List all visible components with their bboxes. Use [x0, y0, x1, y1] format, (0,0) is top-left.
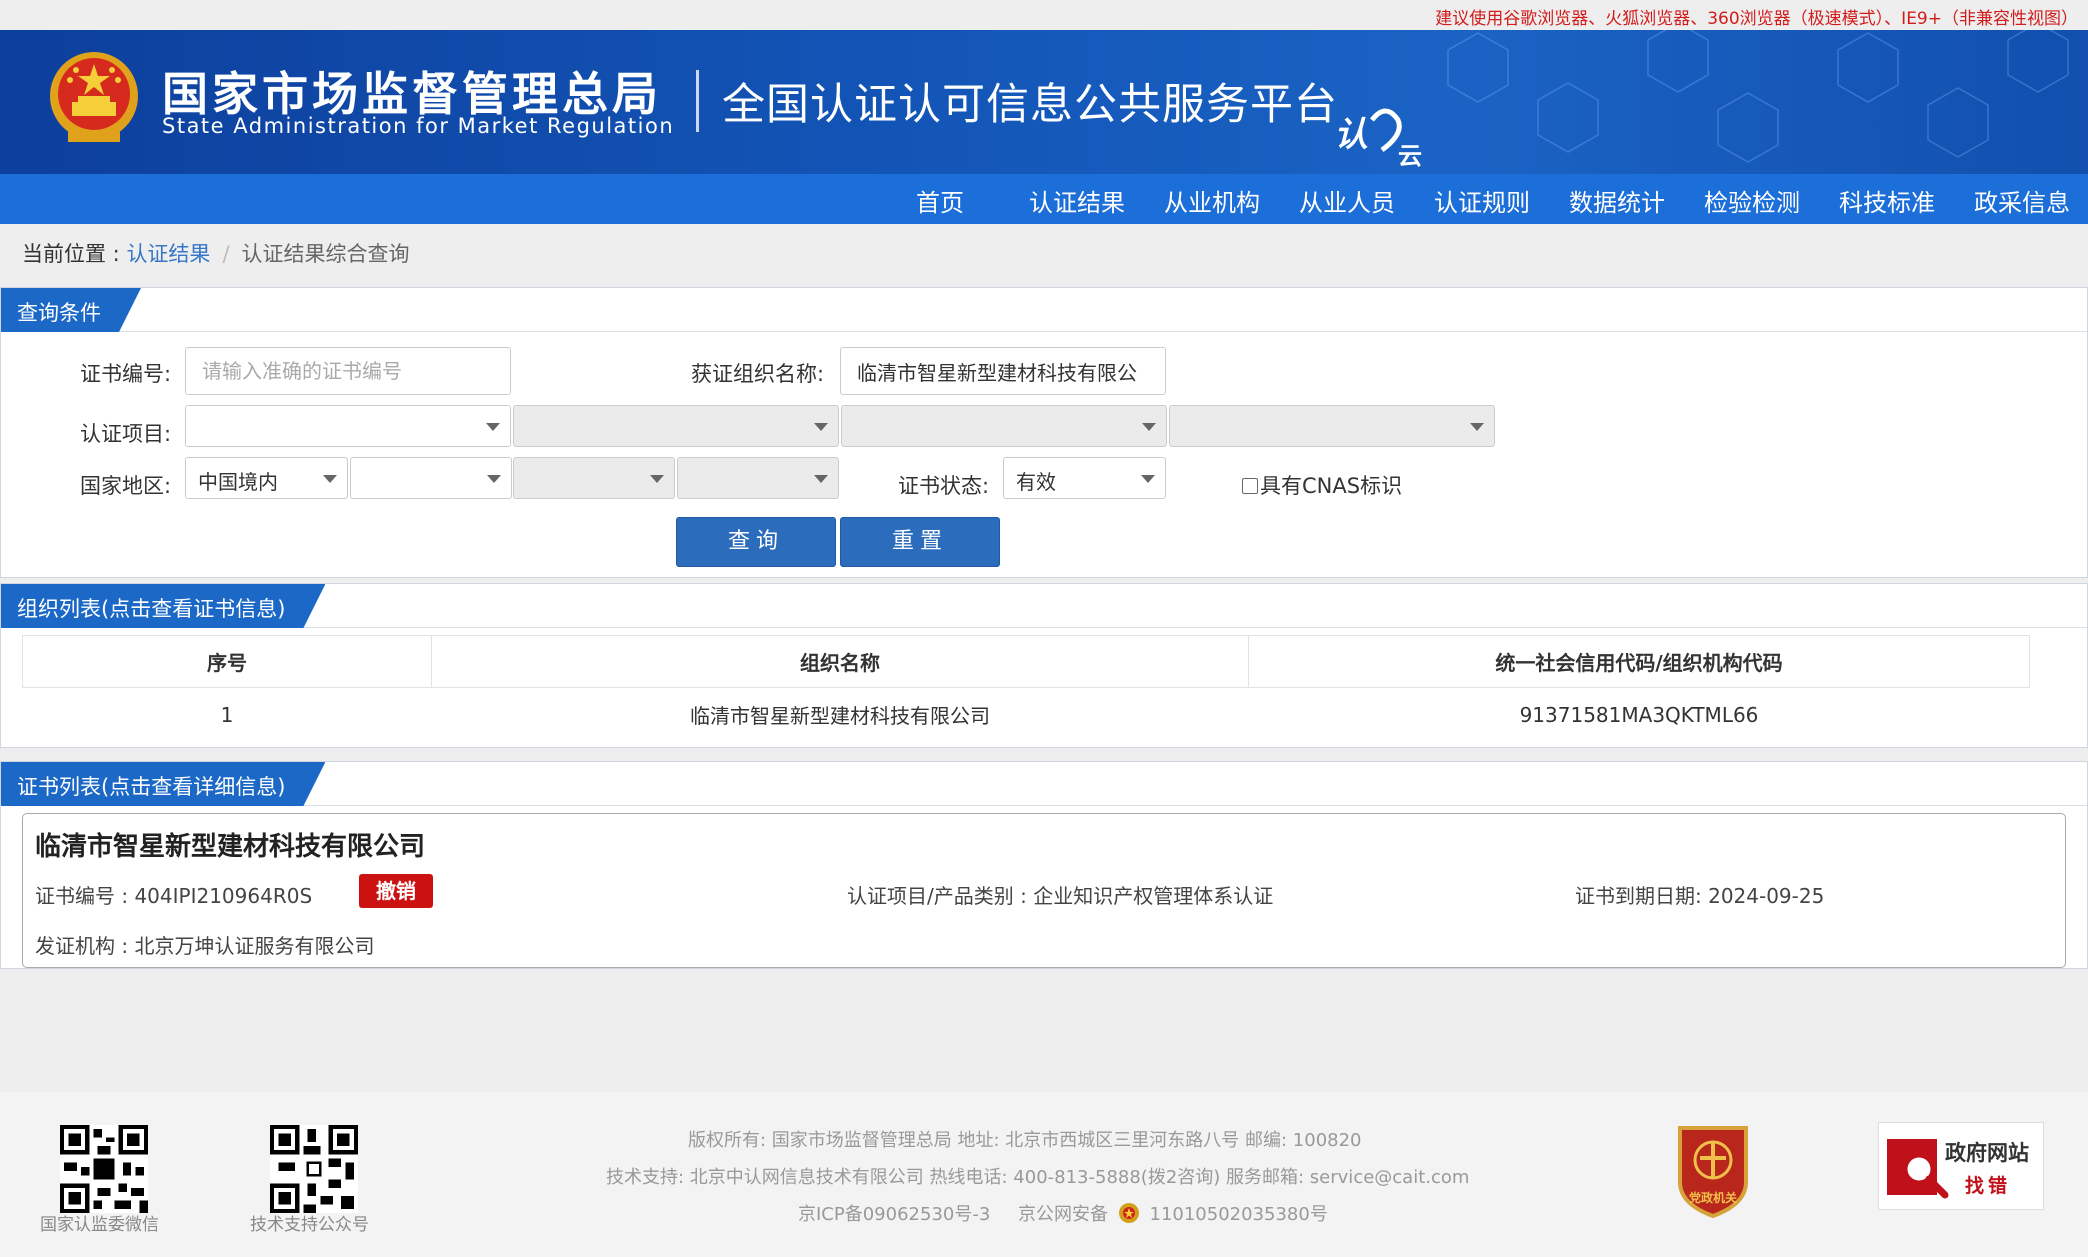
- cert-no-input[interactable]: [185, 347, 511, 395]
- city-select[interactable]: [513, 457, 675, 499]
- national-emblem-icon: [50, 52, 138, 142]
- footer-support: 技术支持: 北京中认网信息技术有限公司 热线电话: 400-813-5888(拨…: [606, 1167, 1470, 1188]
- qr-code-icon: [60, 1125, 148, 1213]
- status-select-value: 有效: [1016, 470, 1056, 494]
- certificate-project: 认证项目/产品类别 : 企业知识产权管理体系认证: [847, 884, 1274, 908]
- header-banner: 国家市场监督管理总局 State Administration for Mark…: [0, 30, 2088, 174]
- qr1-caption: 国家认监委微信: [40, 1215, 159, 1235]
- cert-no-label: 证书编号:: [80, 362, 172, 386]
- col-header-index: 序号: [22, 635, 432, 688]
- status-badge: 撤销: [359, 874, 433, 908]
- breadcrumb-current: 认证结果综合查询: [241, 242, 410, 266]
- org-list-panel-title: 组织列表(点击查看证书信息): [1, 584, 325, 628]
- org-table-header-row: 序号 组织名称 统一社会信用代码/组织机构代码: [22, 635, 2030, 688]
- icp-link[interactable]: 京ICP备09062530号-3: [798, 1204, 990, 1225]
- row-index: 1: [220, 702, 234, 727]
- org-list-panel-header: 组织列表(点击查看证书信息): [1, 584, 2087, 628]
- project-select-4[interactable]: [1169, 405, 1495, 447]
- cnas-checkbox[interactable]: [1242, 478, 1258, 494]
- magnifier-icon: [1887, 1139, 1949, 1199]
- nav-item-cert-rules[interactable]: 认证规则: [1434, 183, 1530, 218]
- browser-notice-text: 建议使用谷歌浏览器、火狐浏览器、360浏览器（极速模式）、IE9+（非兼容性视图…: [1435, 9, 2078, 29]
- breadcrumb: 当前位置 : 认证结果 / 认证结果综合查询: [22, 238, 410, 268]
- chevron-down-icon: [1142, 423, 1156, 431]
- certificate-card[interactable]: 临清市智星新型建材科技有限公司 证书编号 : 404IPI210964R0S 撤…: [22, 813, 2066, 968]
- query-panel-header: 查询条件: [1, 288, 2087, 332]
- chevron-down-icon: [650, 475, 664, 483]
- cnas-checkbox-row[interactable]: 具有CNAS标识: [1242, 470, 1402, 500]
- nav-item-institutions[interactable]: 从业机构: [1164, 183, 1260, 218]
- nav-item-inspection[interactable]: 检验检测: [1704, 183, 1800, 218]
- chevron-down-icon: [814, 423, 828, 431]
- chevron-down-icon: [1470, 423, 1484, 431]
- agency-name-en: State Administration for Market Regulati…: [162, 114, 675, 138]
- org-name-label: 获证组织名称:: [691, 362, 825, 386]
- gov-website-error-report[interactable]: 政府网站 找错: [1878, 1122, 2044, 1210]
- reset-button[interactable]: 重置: [840, 517, 1000, 567]
- footer-copyright: 版权所有: 国家市场监督管理总局 地址: 北京市西城区三里河东路八号 邮编: 1…: [688, 1130, 1362, 1151]
- police-badge-icon: [1118, 1203, 1139, 1223]
- col-header-org-name: 组织名称: [431, 635, 1249, 688]
- table-row[interactable]: 1 临清市智星新型建材科技有限公司 91371581MA3QKTML66: [23, 688, 2030, 742]
- qr2-caption: 技术支持公众号: [250, 1215, 369, 1235]
- chevron-down-icon: [486, 423, 500, 431]
- row-org-name[interactable]: 临清市智星新型建材科技有限公司: [432, 688, 1249, 742]
- breadcrumb-label: 当前位置 :: [22, 242, 127, 266]
- nav-item-procurement[interactable]: 政采信息: [1974, 183, 2070, 218]
- certificate-issuer: 发证机构 : 北京万坤认证服务有限公司: [35, 934, 375, 958]
- cert-list-panel-header: 证书列表(点击查看详细信息): [1, 762, 2087, 806]
- party-government-badge-icon[interactable]: 党政机关: [1672, 1122, 1754, 1218]
- party-badge-text: 党政机关: [1689, 1190, 1737, 1205]
- hexagon-pattern-decoration: [1447, 30, 2069, 163]
- status-label: 证书状态:: [898, 474, 990, 498]
- nav-item-cert-results[interactable]: 认证结果: [1029, 183, 1125, 218]
- query-panel-title: 查询条件: [1, 288, 141, 332]
- chevron-down-icon: [1141, 475, 1155, 483]
- nav-item-home[interactable]: 首页: [916, 183, 964, 218]
- header-divider: [696, 70, 699, 132]
- logo-text: 认: [1334, 115, 1368, 155]
- project-select-1[interactable]: [185, 405, 511, 447]
- gov-box-title: 政府网站: [1945, 1141, 2029, 1165]
- certificate-company: 临清市智星新型建材科技有限公司: [35, 832, 426, 862]
- certificate-expiry: 证书到期日期: 2024-09-25: [1575, 884, 1825, 908]
- col-header-credit-code: 统一社会信用代码/组织机构代码: [1248, 635, 2030, 688]
- breadcrumb-link-cert-results[interactable]: 认证结果: [126, 242, 210, 266]
- region-select[interactable]: 中国境内: [185, 457, 348, 499]
- chevron-down-icon: [487, 475, 501, 483]
- main-nav: 首页 认证结果 从业机构 从业人员 认证规则 数据统计 检验检测 科技标准 政采…: [0, 174, 2088, 224]
- region-select-value: 中国境内: [198, 470, 278, 494]
- footer: 国家认监委微信 技术支持公众号 版权所有: 国家市场监督管理总局 地址: 北京市…: [0, 1092, 2088, 1257]
- police-label: 京公网安备: [1018, 1204, 1109, 1225]
- gov-box-subtitle: 找错: [1965, 1175, 2012, 1197]
- renzheng-cloud-logo-icon: 认 云: [1334, 108, 1422, 170]
- chevron-down-icon: [323, 475, 337, 483]
- nav-item-tech-standards[interactable]: 科技标准: [1839, 183, 1935, 218]
- province-select[interactable]: [350, 457, 512, 499]
- district-select[interactable]: [677, 457, 839, 499]
- footer-registration: 京ICP备09062530号-3 京公网安备 11010502035380号: [798, 1200, 1328, 1226]
- platform-title: 全国认证认可信息公共服务平台: [722, 80, 1338, 130]
- cnas-checkbox-label: 具有CNAS标识: [1260, 474, 1403, 498]
- logo-sub-text: 云: [1398, 142, 1422, 170]
- row-credit-code: 91371581MA3QKTML66: [1519, 702, 1759, 727]
- nav-item-personnel[interactable]: 从业人员: [1299, 183, 1395, 218]
- qr-code-icon: [270, 1125, 358, 1213]
- project-select-2[interactable]: [513, 405, 839, 447]
- project-select-3[interactable]: [841, 405, 1167, 447]
- breadcrumb-separator: /: [222, 242, 230, 266]
- search-button[interactable]: 查询: [676, 517, 836, 567]
- chevron-down-icon: [814, 475, 828, 483]
- project-label: 认证项目:: [80, 422, 172, 446]
- browser-notice: 建议使用谷歌浏览器、火狐浏览器、360浏览器（极速模式）、IE9+（非兼容性视图…: [0, 0, 2088, 30]
- region-label: 国家地区:: [80, 474, 172, 498]
- org-name-input[interactable]: [840, 347, 1166, 395]
- org-table: 序号 组织名称 统一社会信用代码/组织机构代码 1 临清市智星新型建材科技有限公…: [22, 635, 2030, 742]
- status-select[interactable]: 有效: [1003, 457, 1166, 499]
- certificate-number: 证书编号 : 404IPI210964R0S: [35, 884, 313, 908]
- police-number-link[interactable]: 11010502035380号: [1150, 1204, 1328, 1225]
- nav-item-statistics[interactable]: 数据统计: [1569, 183, 1665, 218]
- cert-list-panel-title: 证书列表(点击查看详细信息): [1, 762, 325, 806]
